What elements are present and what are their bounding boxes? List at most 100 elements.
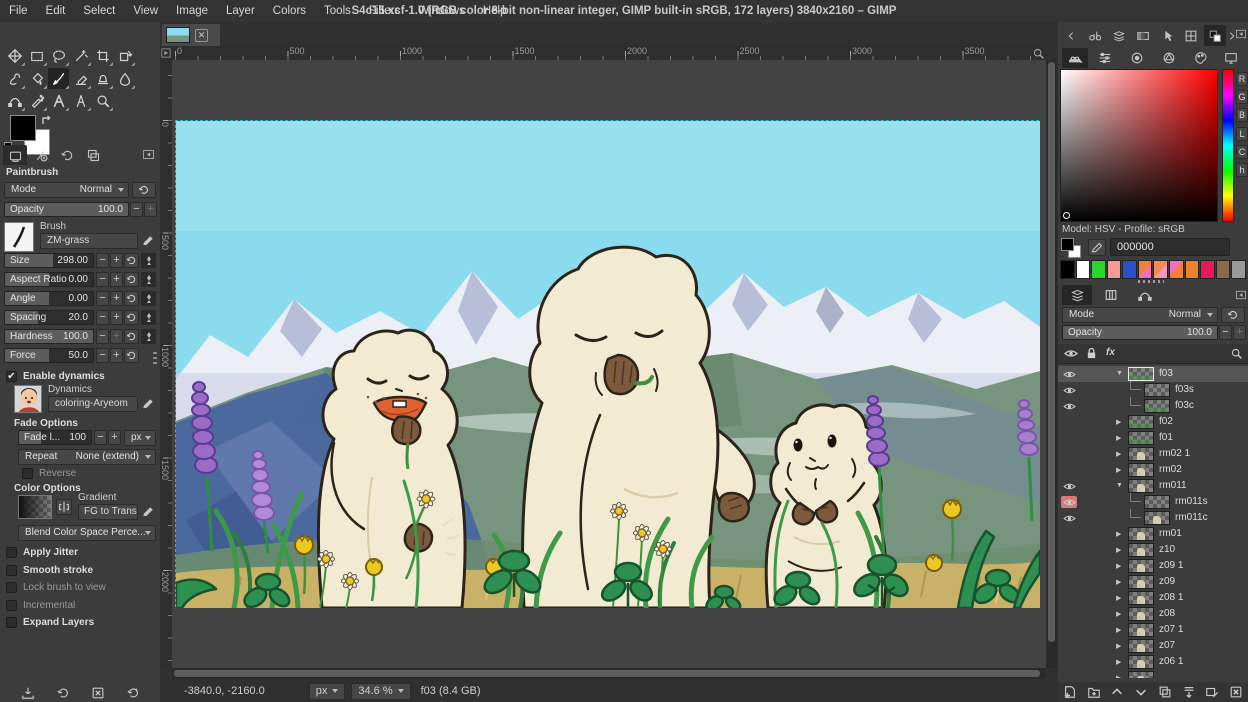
paint-mode-select[interactable]: Mode Normal xyxy=(4,182,129,198)
eraser-tool-button[interactable] xyxy=(70,68,91,89)
hardness-slider[interactable]: Hardness 100.0 xyxy=(4,329,94,344)
hue-strip[interactable] xyxy=(1222,69,1234,222)
menu-tools[interactable]: Tools xyxy=(315,2,360,20)
layer-visibility-toggle[interactable] xyxy=(1061,368,1077,380)
smooth-stroke-row[interactable]: Smooth stroke xyxy=(6,565,93,576)
layer-thumbnail[interactable] xyxy=(1128,607,1154,621)
wheel-selector-tab[interactable] xyxy=(1156,48,1182,68)
expand-icon[interactable]: ▶ xyxy=(1116,530,1121,538)
reset-tool-icon[interactable] xyxy=(126,686,140,700)
delete-layer-icon[interactable] xyxy=(1229,685,1243,699)
expand-icon[interactable]: ▶ xyxy=(1116,610,1121,618)
layer-row[interactable]: ▶f02 xyxy=(1058,414,1248,430)
expand-icon[interactable]: ▶ xyxy=(1116,562,1121,570)
channel-button-R[interactable]: R xyxy=(1236,72,1248,86)
horizontal-scrollbar[interactable] xyxy=(172,668,1046,679)
add-mask-icon[interactable] xyxy=(1205,685,1219,699)
vertical-scrollbar-thumb[interactable] xyxy=(1048,62,1055,642)
layer-row[interactable]: ▶f01 xyxy=(1058,430,1248,446)
layer-thumbnail[interactable] xyxy=(1128,415,1154,429)
spacing-dynamics-toggle[interactable] xyxy=(141,310,156,325)
menu-file[interactable]: File xyxy=(0,2,37,20)
layer-thumbnail[interactable] xyxy=(1144,383,1170,397)
color-history-swatch[interactable] xyxy=(1200,260,1215,279)
layer-thumbnail[interactable] xyxy=(1128,543,1154,557)
layer-thumbnail[interactable] xyxy=(1128,671,1154,678)
layer-thumbnail[interactable] xyxy=(1128,639,1154,653)
warp-tool-button[interactable] xyxy=(4,68,25,89)
smudge-tool-button[interactable] xyxy=(114,68,135,89)
layer-visibility-toggle[interactable] xyxy=(1061,496,1077,508)
measure-tool-button[interactable] xyxy=(70,90,91,111)
gradient-thumbnail[interactable] xyxy=(18,495,52,519)
spacing-slider[interactable]: Spacing 20.0 xyxy=(4,310,94,325)
layer-thumbnail[interactable] xyxy=(1128,527,1154,541)
menu-colors[interactable]: Colors xyxy=(264,2,315,20)
fade-decrease-button[interactable]: − xyxy=(94,430,107,445)
enable-dynamics-row[interactable]: ✔ Enable dynamics xyxy=(6,371,105,382)
layer-thumbnail[interactable] xyxy=(1128,591,1154,605)
force-increase-button[interactable]: + xyxy=(110,348,123,363)
menu-view[interactable]: View xyxy=(124,2,167,20)
gradient-name-field[interactable]: FG to Transpar xyxy=(78,504,138,520)
size-decrease-button[interactable]: − xyxy=(96,253,109,268)
channel-button-L[interactable]: L xyxy=(1236,127,1248,141)
layer-row[interactable]: ▶z06 1 xyxy=(1058,654,1248,670)
hardness-dynamics-toggle[interactable] xyxy=(141,329,156,344)
hardness-reset-button[interactable] xyxy=(124,329,139,344)
layer-thumbnail[interactable] xyxy=(1128,367,1154,381)
size-reset-button[interactable] xyxy=(124,253,139,268)
repeat-select[interactable]: Repeat None (extend) xyxy=(18,449,156,465)
expand-icon[interactable]: ▶ xyxy=(1116,418,1121,426)
size-dynamics-toggle[interactable] xyxy=(141,253,156,268)
aspect-decrease-button[interactable]: − xyxy=(96,272,109,287)
layer-row[interactable]: ▶z10 xyxy=(1058,542,1248,558)
layer-thumbnail[interactable] xyxy=(1144,511,1170,525)
horizontal-scrollbar-thumb[interactable] xyxy=(174,670,1040,677)
gradient-edit-button[interactable] xyxy=(140,505,156,519)
dynamics-edit-button[interactable] xyxy=(140,397,156,411)
expand-icon[interactable]: ▶ xyxy=(1116,626,1121,634)
tool-options-tab[interactable] xyxy=(3,145,27,165)
dynamics-name-field[interactable]: coloring-Aryeom xyxy=(48,396,138,412)
hardness-decrease-button[interactable]: − xyxy=(96,329,109,344)
layer-mode-reset-button[interactable] xyxy=(1221,307,1245,323)
text-tool-button[interactable] xyxy=(48,90,69,111)
fg-mini-swatch[interactable] xyxy=(1061,238,1074,251)
zoom-tool-button[interactable] xyxy=(92,90,113,111)
vertical-scrollbar[interactable] xyxy=(1046,60,1057,668)
dock-menu-icon[interactable] xyxy=(1235,289,1247,301)
pane-resize-handle[interactable] xyxy=(153,352,157,366)
undo-history-tab[interactable] xyxy=(55,145,79,165)
layer-row[interactable]: ▶ xyxy=(1058,670,1248,678)
expand-icon[interactable]: ▶ xyxy=(1116,450,1121,458)
layer-visibility-toggle[interactable] xyxy=(1061,592,1077,604)
layer-row[interactable]: ▶z09 xyxy=(1058,574,1248,590)
layer-visibility-toggle[interactable] xyxy=(1061,608,1077,620)
color-history-swatch[interactable] xyxy=(1185,260,1200,279)
layer-visibility-toggle[interactable] xyxy=(1061,640,1077,652)
angle-slider[interactable]: Angle 0.00 xyxy=(4,291,94,306)
color-history-swatch[interactable] xyxy=(1153,260,1168,279)
paths-tool-button[interactable] xyxy=(4,90,25,111)
layer-visibility-toggle[interactable] xyxy=(1061,384,1077,396)
layer-thumbnail[interactable] xyxy=(1128,431,1154,445)
fonts-dialog-tab[interactable] xyxy=(1084,25,1106,46)
color-history-swatch[interactable] xyxy=(1076,260,1091,279)
layer-row[interactable]: rm011c xyxy=(1058,510,1248,526)
drag-handle[interactable] xyxy=(1138,280,1164,283)
layer-row[interactable]: rm011s xyxy=(1058,494,1248,510)
layer-visibility-toggle[interactable] xyxy=(1061,672,1077,678)
layers-tab[interactable] xyxy=(1062,285,1092,305)
transform-tool-button[interactable] xyxy=(114,45,135,66)
expand-icon[interactable]: ▶ xyxy=(1116,546,1121,554)
restore-preset-icon[interactable] xyxy=(56,686,70,700)
colors-dialog-tab[interactable] xyxy=(1204,25,1226,46)
layer-visibility-toggle[interactable] xyxy=(1061,416,1077,428)
expand-icon[interactable]: ▶ xyxy=(1116,434,1121,442)
color-history-swatch[interactable] xyxy=(1231,260,1246,279)
expand-icon[interactable]: ▶ xyxy=(1116,658,1121,666)
lower-layer-icon[interactable] xyxy=(1134,685,1148,699)
smooth-stroke-checkbox[interactable] xyxy=(6,565,17,576)
layer-opacity-slider[interactable]: Opacity 100.0 xyxy=(1062,325,1218,340)
